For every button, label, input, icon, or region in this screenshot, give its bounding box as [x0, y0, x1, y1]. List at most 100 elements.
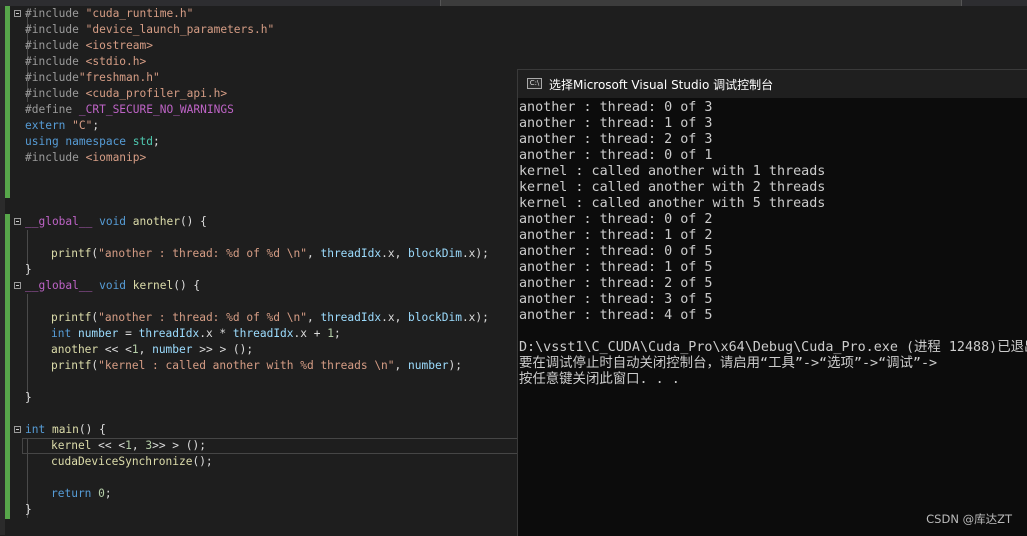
code-text: printf("kernel : called another with %d … — [51, 358, 462, 374]
code-token: kernel — [51, 439, 92, 452]
code-text: #include "device_launch_parameters.h" — [25, 22, 274, 38]
code-text: #include <stdio.h> — [25, 54, 146, 70]
code-text: cudaDeviceSynchronize(); — [51, 454, 213, 470]
code-editor[interactable]: #include "cuda_runtime.h" #include "devic… — [0, 6, 518, 535]
console-title: 选择Microsoft Visual Studio 调试控制台 — [549, 78, 774, 92]
code-text: return 0; — [51, 486, 112, 502]
code-line[interactable]: __global__ void kernel() { — [0, 278, 518, 294]
code-line[interactable]: #define _CRT_SECURE_NO_WARNINGS — [0, 102, 518, 118]
code-token: >> > (); — [152, 439, 206, 452]
code-token: blockDim — [408, 311, 462, 324]
code-text: __global__ void another() { — [25, 214, 207, 230]
code-line[interactable]: kernel << <1, 3>> > (); — [0, 438, 518, 454]
console-output[interactable]: another : thread: 0 of 3 another : thread… — [518, 100, 1027, 536]
code-token: .x); — [461, 311, 489, 324]
code-token: "C" — [72, 119, 93, 132]
console-line: 要在调试停止时自动关闭控制台，请启用“工具”->“选项”->“调试”-> — [519, 356, 938, 371]
code-token: number — [408, 359, 449, 372]
code-token: namespace — [65, 135, 133, 148]
code-text: int main() { — [25, 422, 106, 438]
code-token: printf — [51, 311, 92, 324]
code-line[interactable]: #include "device_launch_parameters.h" — [0, 22, 518, 38]
code-token: ); — [448, 359, 462, 372]
code-text: int number = threadIdx.x * threadIdx.x +… — [51, 326, 341, 342]
code-token: _CRT_SECURE_NO_WARNINGS — [78, 103, 234, 116]
code-line[interactable]: printf("kernel : called another with %d … — [0, 358, 518, 374]
code-token: printf — [51, 359, 92, 372]
code-token: <stdio.h> — [85, 55, 147, 68]
code-line[interactable]: another << <1, number >> > (); — [0, 342, 518, 358]
code-token: threadIdx — [138, 327, 200, 340]
code-token: number — [77, 327, 119, 340]
code-line[interactable]: } — [0, 262, 518, 278]
code-line[interactable]: #include"freshman.h" — [0, 70, 518, 86]
fold-toggle-icon[interactable] — [14, 282, 21, 289]
code-token: .x + — [293, 327, 328, 340]
code-line[interactable]: __global__ void another() { — [0, 214, 518, 230]
code-line[interactable]: #include <iostream> — [0, 38, 518, 54]
code-text: printf("another : thread: %d of %d \n", … — [51, 310, 489, 326]
code-token: #include — [25, 7, 86, 20]
code-token: #include — [25, 39, 86, 52]
code-text: another << <1, number >> > (); — [51, 342, 253, 358]
code-text: #include <iostream> — [25, 38, 153, 54]
code-text: #include"freshman.h" — [25, 70, 160, 86]
code-line[interactable]: printf("another : thread: %d of %d \n", … — [0, 310, 518, 326]
code-token: .x); — [461, 247, 489, 260]
code-token: , — [306, 247, 321, 260]
editor-tab[interactable] — [440, 0, 962, 6]
code-line[interactable]: int number = threadIdx.x * threadIdx.x +… — [0, 326, 518, 342]
code-token: ; — [333, 327, 341, 340]
code-line[interactable]: #include <stdio.h> — [0, 54, 518, 70]
code-line[interactable]: printf("another : thread: %d of %d \n", … — [0, 246, 518, 262]
console-line: 按任意键关闭此窗口. . . — [519, 372, 680, 387]
code-line[interactable]: return 0; — [0, 486, 518, 502]
code-line[interactable]: #include <cuda_profiler_api.h> — [0, 86, 518, 102]
fold-toggle-icon[interactable] — [14, 426, 21, 433]
console-line: another : thread: 0 of 5 — [519, 244, 713, 259]
code-token: ; — [92, 119, 100, 132]
code-line[interactable]: #include "cuda_runtime.h" — [0, 6, 518, 22]
code-line[interactable]: using namespace std; — [0, 134, 518, 150]
console-line: kernel : called another with 5 threads — [519, 196, 826, 211]
code-token: , — [131, 439, 146, 452]
code-text: } — [25, 502, 32, 518]
fold-toggle-icon[interactable] — [14, 218, 21, 225]
code-line[interactable]: } — [0, 502, 518, 518]
code-token: .x * — [199, 327, 233, 340]
code-text: #include <cuda_profiler_api.h> — [25, 86, 227, 102]
console-line: another : thread: 2 of 5 — [519, 276, 713, 291]
console-title-bar[interactable]: C:\ 选择Microsoft Visual Studio 调试控制台 — [518, 70, 1027, 98]
code-token: () { — [179, 215, 207, 228]
code-token: void — [99, 215, 133, 228]
code-line[interactable]: #include <iomanip> — [0, 150, 518, 166]
code-token: #define — [25, 103, 79, 116]
code-token: #include — [25, 55, 86, 68]
code-token: extern — [25, 119, 73, 132]
code-token: 1 — [125, 439, 132, 452]
code-token: () { — [173, 279, 201, 292]
code-token: "device_launch_parameters.h" — [85, 23, 275, 36]
code-token: #include — [25, 151, 86, 164]
code-text: using namespace std; — [25, 134, 160, 150]
debug-console-window[interactable]: C:\ 选择Microsoft Visual Studio 调试控制台 anot… — [517, 69, 1027, 536]
code-token: (); — [192, 455, 213, 468]
code-token: __global__ — [25, 215, 100, 228]
code-line[interactable]: } — [0, 390, 518, 406]
code-line[interactable]: extern "C"; — [0, 118, 518, 134]
code-line[interactable]: int main() { — [0, 422, 518, 438]
code-token: .x, — [381, 311, 409, 324]
code-token: "cuda_runtime.h" — [85, 7, 194, 20]
code-token: .x, — [381, 247, 409, 260]
code-line[interactable]: cudaDeviceSynchronize(); — [0, 454, 518, 470]
code-token: <cuda_profiler_api.h> — [85, 87, 228, 100]
console-line: kernel : called another with 1 threads — [519, 164, 826, 179]
code-token: using — [25, 135, 66, 148]
code-token: main — [51, 423, 79, 436]
code-token: , — [394, 359, 409, 372]
code-token: <iostream> — [85, 39, 153, 52]
code-token: another — [132, 215, 180, 228]
code-token: << < — [98, 343, 132, 356]
fold-toggle-icon[interactable] — [14, 10, 21, 17]
code-token: #include — [25, 87, 86, 100]
